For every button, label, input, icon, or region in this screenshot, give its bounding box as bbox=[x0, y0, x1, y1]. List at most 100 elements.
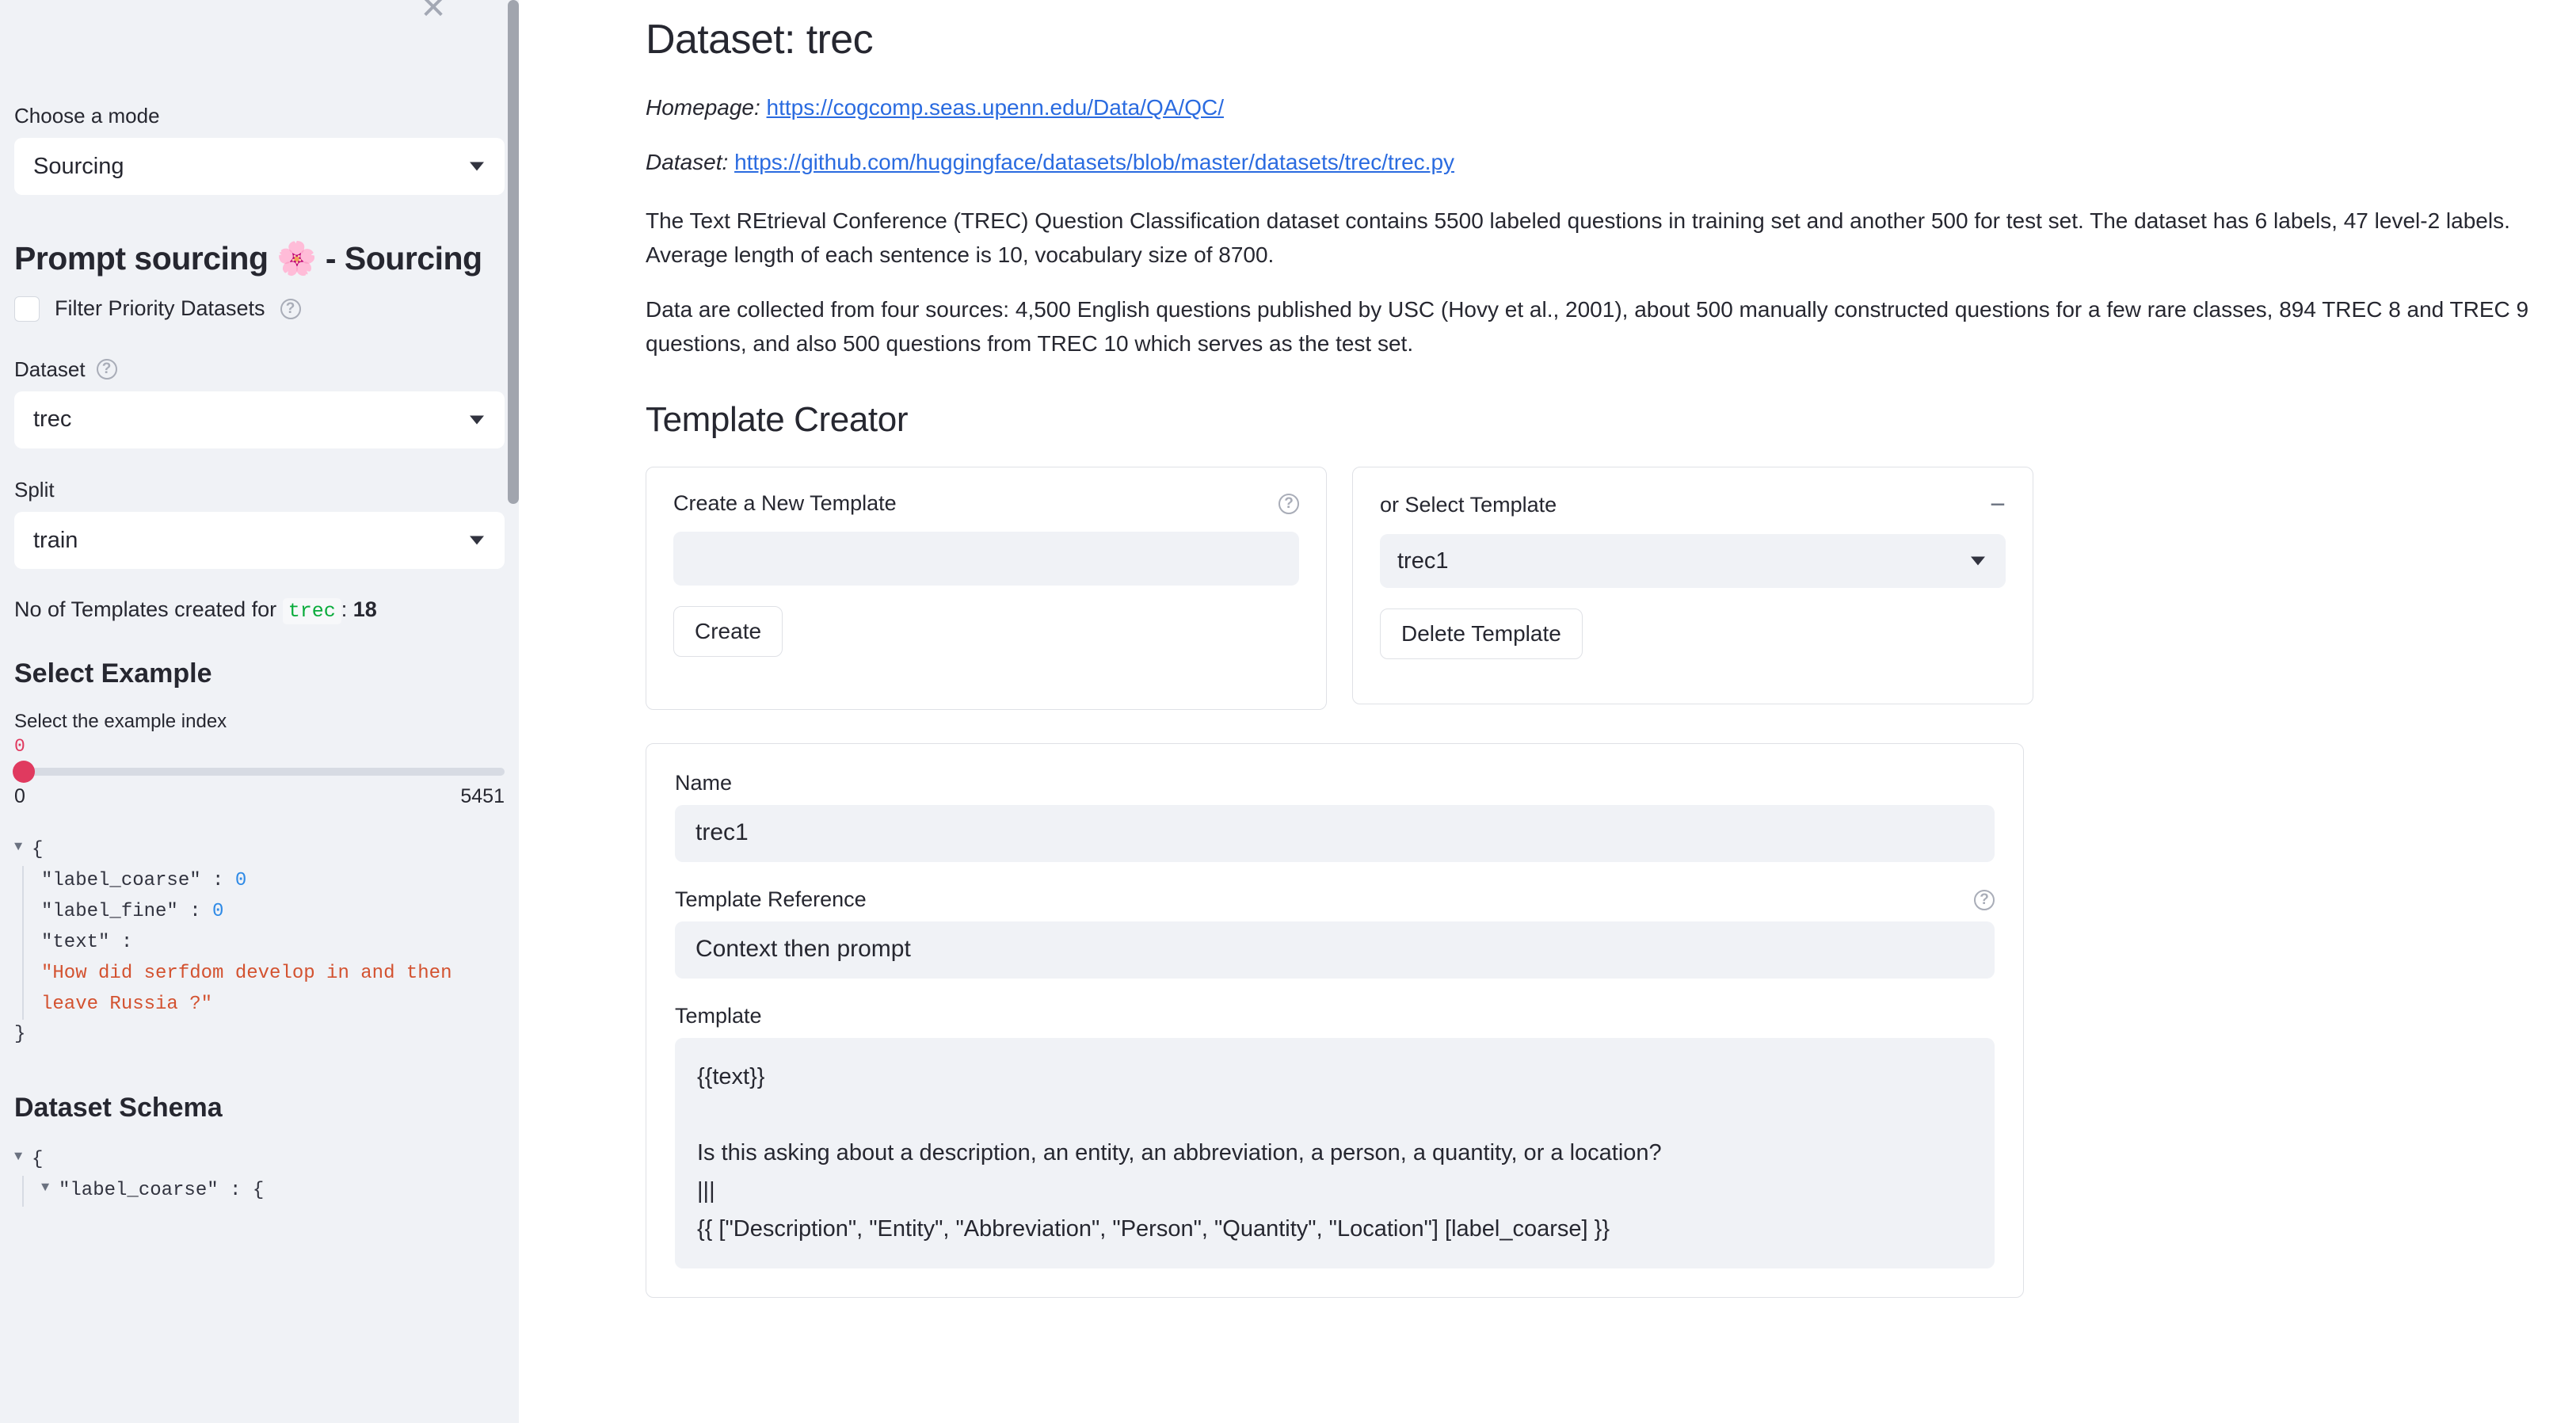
template-select[interactable]: trec1 bbox=[1380, 534, 2006, 588]
filter-priority-row: Filter Priority Datasets ? bbox=[14, 296, 505, 322]
close-icon[interactable]: ✕ bbox=[416, 0, 451, 25]
app-root: ✕ Choose a mode Sourcing Prompt sourcing… bbox=[0, 0, 2576, 1423]
delete-template-button[interactable]: Delete Template bbox=[1380, 608, 1583, 659]
json-row: "label_coarse" : 0 bbox=[41, 866, 505, 897]
filter-priority-label: Filter Priority Datasets bbox=[55, 296, 265, 321]
chevron-down-icon[interactable]: ▼ bbox=[14, 1145, 32, 1170]
schema-first-key: "label_coarse" : { bbox=[59, 1176, 264, 1207]
slider-thumb[interactable] bbox=[13, 761, 35, 783]
slider-min: 0 bbox=[14, 785, 25, 808]
create-template-card: Create a New Template ? Create bbox=[646, 467, 1327, 710]
template-textarea[interactable]: {{text}} Is this asking about a descript… bbox=[675, 1038, 1995, 1268]
schema-json-viewer: ▼ { ▼ "label_coarse" : { bbox=[14, 1145, 505, 1207]
select-template-card: or Select Template − trec1 Delete Templa… bbox=[1352, 467, 2033, 704]
json-close-brace: } bbox=[14, 1020, 505, 1051]
chevron-down-icon[interactable]: ▼ bbox=[41, 1176, 59, 1201]
chevron-down-icon[interactable]: ▼ bbox=[14, 835, 32, 860]
name-input[interactable]: trec1 bbox=[675, 805, 1995, 862]
help-icon[interactable]: ? bbox=[1974, 890, 1995, 910]
dataset-schema-heading: Dataset Schema bbox=[14, 1092, 505, 1124]
template-label: Template bbox=[675, 1004, 1995, 1028]
mode-select[interactable]: Sourcing bbox=[14, 138, 505, 195]
select-card-header: or Select Template − bbox=[1380, 491, 2006, 518]
schema-open-brace: { bbox=[32, 1145, 43, 1176]
section-title-template-creator: Template Creator bbox=[646, 400, 2544, 440]
sidebar-heading: Prompt sourcing 🌸 - Sourcing bbox=[14, 239, 505, 278]
select-example-heading: Select Example bbox=[14, 658, 505, 690]
description-paragraph-2: Data are collected from four sources: 4,… bbox=[646, 293, 2544, 361]
main-content: Dataset: trec Homepage: https://cogcomp.… bbox=[519, 0, 2576, 1423]
dataset-field: Dataset ? trec bbox=[14, 355, 505, 448]
name-field: Name trec1 bbox=[675, 771, 1995, 862]
json-value: 0 bbox=[212, 901, 223, 922]
dataset-link[interactable]: https://github.com/huggingface/datasets/… bbox=[734, 150, 1454, 174]
reference-label: Template Reference bbox=[675, 887, 867, 912]
dataset-label: Dataset bbox=[14, 355, 86, 383]
json-body: "label_coarse" : 0 "label_fine" : 0 "tex… bbox=[22, 866, 505, 1020]
slider-caption: Select the example index bbox=[14, 711, 505, 733]
name-label: Name bbox=[675, 771, 1995, 795]
templates-count-prefix: No of Templates created for bbox=[14, 597, 276, 621]
split-select-value: train bbox=[33, 528, 78, 554]
description-paragraph-1: The Text REtrieval Conference (TREC) Que… bbox=[646, 204, 2544, 272]
json-open-brace: { bbox=[32, 835, 43, 866]
schema-root-row: ▼ { bbox=[14, 1145, 505, 1176]
split-select[interactable]: train bbox=[14, 512, 505, 569]
json-value: "How did serfdom develop in and then lea… bbox=[41, 959, 505, 1021]
template-field: Template {{text}} Is this asking about a… bbox=[675, 1004, 1995, 1268]
mode-label: Choose a mode bbox=[14, 101, 505, 130]
sidebar-scrollbar[interactable] bbox=[508, 0, 519, 504]
json-row: "label_fine" : 0 bbox=[41, 897, 505, 928]
reference-input[interactable]: Context then prompt bbox=[675, 921, 1995, 979]
json-row: ▼ "label_coarse" : { bbox=[41, 1176, 505, 1207]
page-title: Dataset: trec bbox=[646, 16, 2544, 63]
help-icon[interactable]: ? bbox=[1278, 494, 1299, 514]
json-value: 0 bbox=[235, 870, 246, 891]
homepage-line: Homepage: https://cogcomp.seas.upenn.edu… bbox=[646, 95, 2544, 120]
help-icon[interactable]: ? bbox=[97, 359, 117, 380]
templates-count-sep: : bbox=[341, 597, 348, 621]
split-field: Split train bbox=[14, 475, 505, 569]
chevron-down-icon bbox=[470, 415, 484, 424]
slider-current-value: 0 bbox=[14, 736, 505, 757]
new-template-name-input[interactable] bbox=[673, 532, 1299, 586]
dataset-select[interactable]: trec bbox=[14, 391, 505, 448]
select-card-title: or Select Template bbox=[1380, 493, 1557, 517]
split-label: Split bbox=[14, 475, 505, 504]
create-card-header: Create a New Template ? bbox=[673, 491, 1299, 516]
templates-count-chip: trec bbox=[283, 598, 341, 624]
templates-count-value: 18 bbox=[353, 597, 377, 621]
filter-priority-checkbox[interactable] bbox=[14, 296, 40, 322]
chevron-down-icon bbox=[470, 162, 484, 171]
json-key: "text" : bbox=[41, 928, 505, 959]
collapse-icon[interactable]: − bbox=[1990, 491, 2006, 518]
json-root-row: ▼ { bbox=[14, 835, 505, 866]
template-form-card: Name trec1 Template Reference ? Context … bbox=[646, 743, 2024, 1298]
create-button[interactable]: Create bbox=[673, 606, 783, 657]
dataset-select-value: trec bbox=[33, 406, 71, 433]
json-key: "label_fine" : bbox=[41, 901, 201, 922]
chevron-down-icon bbox=[1971, 557, 1985, 566]
template-creator-cards: Create a New Template ? Create or Select… bbox=[646, 467, 2544, 710]
templates-count: No of Templates created for trec: 18 bbox=[14, 597, 505, 623]
slider-max: 5451 bbox=[460, 785, 505, 808]
create-card-title: Create a New Template bbox=[673, 491, 897, 516]
reference-field: Template Reference ? Context then prompt bbox=[675, 887, 1995, 979]
json-row: "text" : "How did serfdom develop in and… bbox=[41, 928, 505, 1021]
sidebar: ✕ Choose a mode Sourcing Prompt sourcing… bbox=[0, 0, 519, 1423]
homepage-label: Homepage bbox=[646, 95, 754, 120]
chevron-down-icon bbox=[470, 536, 484, 545]
json-key: "label_coarse" : bbox=[41, 870, 223, 891]
slider-range: 0 5451 bbox=[14, 785, 505, 808]
example-json-viewer: ▼ { "label_coarse" : 0 "label_fine" : 0 … bbox=[14, 835, 505, 1051]
homepage-link[interactable]: https://cogcomp.seas.upenn.edu/Data/QA/Q… bbox=[767, 95, 1224, 120]
dataset-line: Dataset: https://github.com/huggingface/… bbox=[646, 150, 2544, 175]
dataset-source-label: Dataset bbox=[646, 150, 722, 174]
mode-select-value: Sourcing bbox=[33, 154, 124, 180]
mode-field: Choose a mode Sourcing bbox=[14, 101, 505, 195]
template-select-value: trec1 bbox=[1397, 548, 1448, 574]
example-index-slider[interactable]: Select the example index 0 0 5451 bbox=[14, 711, 505, 808]
schema-body: ▼ "label_coarse" : { bbox=[22, 1176, 505, 1207]
slider-track[interactable] bbox=[14, 768, 505, 776]
help-icon[interactable]: ? bbox=[280, 299, 301, 319]
